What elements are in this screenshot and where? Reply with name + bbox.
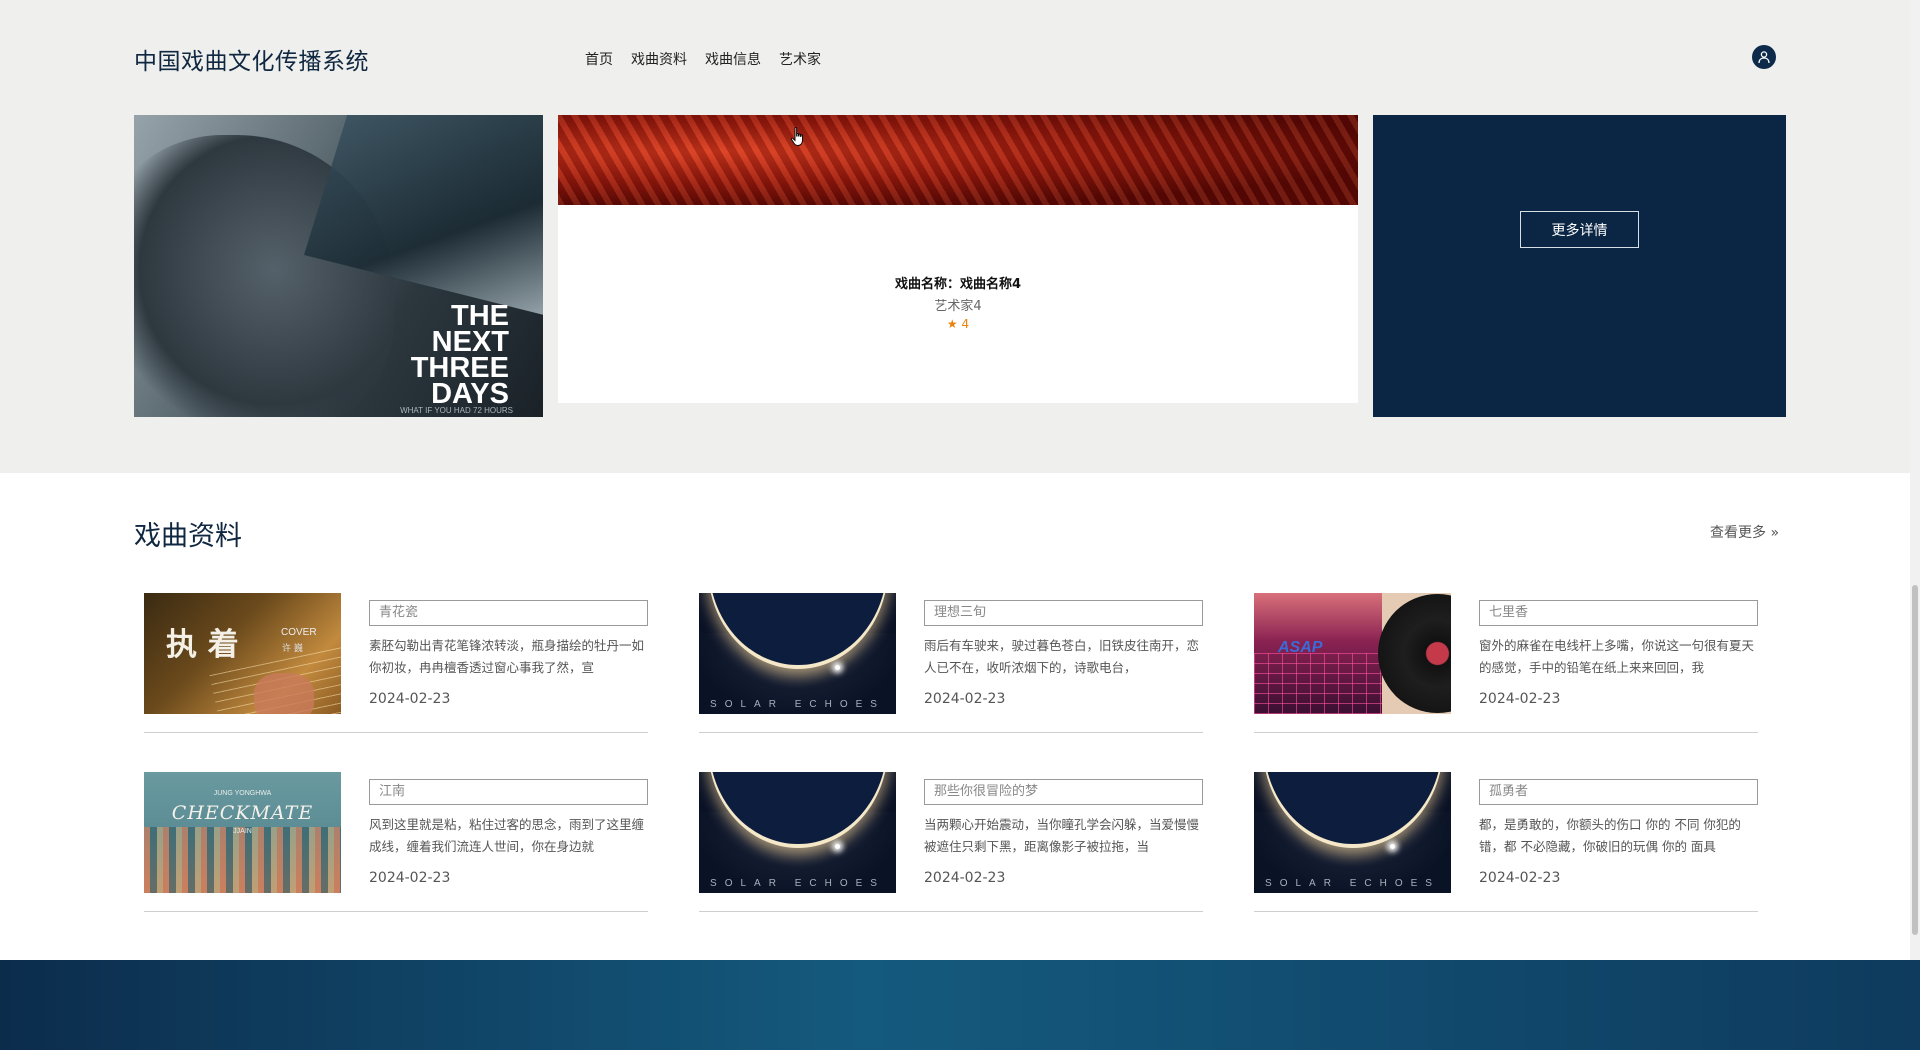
- item-description: 都，是勇敢的，你额头的伤口 你的 不同 你犯的错，都 不必隐藏，你破旧的玩偶 你…: [1479, 817, 1741, 854]
- view-more-link[interactable]: 查看更多 »: [1710, 522, 1779, 542]
- item-title[interactable]: 江南: [369, 779, 648, 805]
- item-thumbnail[interactable]: SOLAR ECHOES: [699, 593, 896, 714]
- thumb-text: SOLAR ECHOES: [1265, 878, 1440, 889]
- thumb-hand-graphic: [254, 673, 314, 714]
- feature-card[interactable]: 戏曲名称：戏曲名称4 艺术家4 ★ 4: [558, 115, 1358, 403]
- chevron-double-right-icon: »: [1770, 525, 1780, 541]
- header: 中国戏曲文化传播系统 首页 戏曲资料 戏曲信息 艺术家: [0, 0, 1920, 115]
- list-item[interactable]: SOLAR ECHOES 孤勇者 都，是勇敢的，你额头的伤口 你的 不同 你犯的…: [1254, 772, 1758, 912]
- item-title[interactable]: 理想三旬: [924, 600, 1203, 626]
- list-item[interactable]: SOLAR ECHOES 理想三旬 雨后有车驶来，驶过暮色苍白，旧铁皮往南开，恋…: [699, 593, 1203, 733]
- item-title[interactable]: 青花瓷: [369, 600, 648, 626]
- thumb-text: SOLAR ECHOES: [710, 878, 885, 889]
- feature-banner-image: [558, 115, 1358, 205]
- thumb-text: SOLAR ECHOES: [710, 699, 885, 710]
- item-title[interactable]: 七里香: [1479, 600, 1758, 626]
- thumb-city-graphic: [144, 827, 341, 893]
- more-details-button[interactable]: 更多详情: [1520, 211, 1639, 248]
- thumb-grid-graphic: [1254, 653, 1382, 714]
- item-date: 2024-02-23: [1479, 691, 1561, 707]
- item-thumbnail[interactable]: SOLAR ECHOES: [699, 772, 896, 893]
- item-thumbnail[interactable]: 执 着 COVER 许 巍: [144, 593, 341, 714]
- thumb-text: JJAIN: [233, 828, 252, 835]
- list-item[interactable]: SOLAR ECHOES 那些你很冒险的梦 当两颗心开始震动，当你瞳孔学会闪躲，…: [699, 772, 1203, 912]
- item-description: 素胚勾勒出青花笔锋浓转淡，瓶身描绘的牡丹一如你初妆，冉冉檀香透过窗心事我了然，宣: [369, 638, 645, 675]
- item-thumbnail[interactable]: ASAP: [1254, 593, 1451, 714]
- item-description: 雨后有车驶来，驶过暮色苍白，旧铁皮往南开，恋人已不在，收听浓烟下的，诗歌电台，: [924, 638, 1200, 675]
- list-item[interactable]: JUNG YONGHWA CHECKMATE JJAIN 江南 风到这里就是粘，…: [144, 772, 648, 912]
- main-nav: 首页 戏曲资料 戏曲信息 艺术家: [585, 49, 821, 69]
- feature-rating: ★ 4: [946, 317, 970, 331]
- item-title[interactable]: 那些你很冒险的梦: [924, 779, 1203, 805]
- thumb-text: JUNG YONGHWA: [213, 790, 272, 797]
- footer: [0, 960, 1920, 1050]
- item-thumbnail[interactable]: JUNG YONGHWA CHECKMATE JJAIN: [144, 772, 341, 893]
- user-avatar-button[interactable]: [1752, 45, 1776, 69]
- hero-section: 中国戏曲文化传播系统 首页 戏曲资料 戏曲信息 艺术家 THE NEXT THR…: [0, 0, 1920, 473]
- feature-opera-name: 戏曲名称：戏曲名称4: [894, 277, 1022, 292]
- thumb-text: ASAP: [1278, 639, 1323, 656]
- page-scrollbar-thumb[interactable]: [1912, 585, 1918, 935]
- item-thumbnail[interactable]: SOLAR ECHOES: [1254, 772, 1451, 893]
- item-description: 当两颗心开始震动，当你瞳孔学会闪躲，当爱慢慢被遮住只剩下黑，距离像影子被拉拖，当: [924, 817, 1200, 854]
- item-date: 2024-02-23: [369, 870, 451, 886]
- thumb-text: COVER: [281, 627, 317, 638]
- item-title[interactable]: 孤勇者: [1479, 779, 1758, 805]
- item-description: 窗外的麻雀在电线杆上多嘴，你说这一句很有夏天的感觉，手中的铅笔在纸上来来回回，我: [1479, 638, 1755, 675]
- thumb-text: 执 着: [166, 627, 239, 663]
- featured-poster[interactable]: THE NEXT THREE DAYS WHAT IF YOU HAD 72 H…: [134, 115, 543, 417]
- thumb-flare-graphic: [1390, 844, 1395, 849]
- thumb-flare-graphic: [835, 844, 840, 849]
- section-title: 戏曲资料: [134, 521, 242, 552]
- thumb-text: 许 巍: [282, 644, 303, 654]
- item-description: 风到这里就是粘，粘住过客的思念，雨到了这里缠成线，缠着我们流连人世间，你在身边就: [369, 817, 645, 854]
- user-icon: [1758, 51, 1770, 64]
- detail-panel: 更多详情: [1373, 115, 1786, 417]
- nav-opera-materials[interactable]: 戏曲资料: [631, 49, 687, 69]
- feature-artist-name: 艺术家4: [934, 299, 982, 314]
- thumb-flare-graphic: [835, 665, 840, 670]
- poster-title-line: DAYS: [431, 378, 509, 410]
- item-date: 2024-02-23: [924, 691, 1006, 707]
- list-item[interactable]: ASAP 七里香 窗外的麻雀在电线杆上多嘴，你说这一句很有夏天的感觉，手中的铅笔…: [1254, 593, 1758, 733]
- poster-title: THE NEXT THREE DAYS: [411, 302, 509, 410]
- nav-home[interactable]: 首页: [585, 49, 613, 69]
- nav-artists[interactable]: 艺术家: [779, 49, 821, 69]
- item-date: 2024-02-23: [924, 870, 1006, 886]
- poster-tagline: WHAT IF YOU HAD 72 HOURS: [400, 406, 513, 415]
- nav-opera-info[interactable]: 戏曲信息: [705, 49, 761, 69]
- thumb-text: CHECKMATE: [171, 802, 314, 824]
- view-more-label: 查看更多: [1710, 525, 1766, 541]
- hand-cursor-icon: [790, 127, 803, 146]
- item-date: 2024-02-23: [1479, 870, 1561, 886]
- thumb-vinyl-record: [1378, 594, 1451, 713]
- item-date: 2024-02-23: [369, 691, 451, 707]
- list-item[interactable]: 执 着 COVER 许 巍 青花瓷 素胚勾勒出青花笔锋浓转淡，瓶身描绘的牡丹一如…: [144, 593, 648, 733]
- site-title[interactable]: 中国戏曲文化传播系统: [134, 42, 369, 76]
